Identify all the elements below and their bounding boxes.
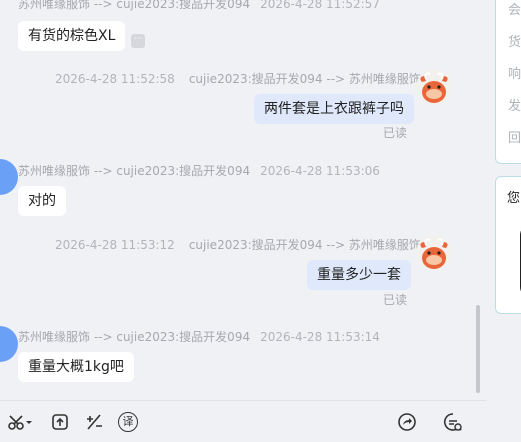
chat-settings-icon[interactable]	[443, 412, 463, 432]
message-sender: cujie2023:搜品开发094 --> 苏州唯缘服饰	[188, 72, 421, 86]
agent-avatar[interactable]	[416, 69, 452, 105]
message-time: 2026-4-28 11:53:06	[260, 164, 380, 178]
message-time: 2026-4-28 11:52:57	[260, 0, 380, 11]
message-sender: cujie2023:搜品开发094 --> 苏州唯缘服饰	[188, 238, 421, 252]
customer-avatar[interactable]	[0, 326, 18, 362]
chevron-down-icon[interactable]	[25, 412, 33, 432]
cow-avatar-icon	[420, 72, 448, 103]
message-sender: 苏州唯缘服饰 --> cujie2023:搜品开发094	[18, 0, 251, 11]
message-sender: 苏州唯缘服饰 --> cujie2023:搜品开发094	[18, 330, 251, 344]
message-meta: 2026-4-28 11:52:58 cujie2023:搜品开发094 --> …	[55, 70, 421, 87]
info-card-label: 您	[507, 191, 521, 206]
message-bubble-incoming[interactable]: 有货的棕色XL	[18, 21, 126, 51]
side-panel-item[interactable]: 货	[508, 31, 521, 50]
message-bubble-incoming[interactable]: 对的	[18, 186, 66, 216]
read-status: 已读	[383, 126, 408, 140]
side-panel-item[interactable]: 响	[508, 63, 521, 82]
quick-reply-card: 会 货 响 发 回	[495, 0, 521, 164]
info-card: 您	[495, 176, 521, 314]
message-time: 2026-4-28 11:53:14	[260, 330, 380, 344]
message-meta: 2026-4-28 11:53:12 cujie2023:搜品开发094 --> …	[55, 236, 421, 253]
message-sender: 苏州唯缘服饰 --> cujie2023:搜品开发094	[18, 164, 251, 178]
message-bubble-outgoing[interactable]: 重量多少一套	[307, 260, 411, 290]
side-panel-item[interactable]: 发	[508, 95, 521, 114]
side-panel-item[interactable]: 回	[508, 127, 521, 146]
cow-avatar-icon	[420, 238, 448, 269]
message-time: 2026-4-28 11:53:12	[55, 238, 175, 252]
side-panel: 会 货 响 发 回 您	[486, 0, 521, 441]
upload-icon[interactable]	[50, 412, 70, 432]
input-toolbar: 译	[0, 400, 486, 442]
chat-message-list[interactable]: 苏州唯缘服饰 --> cujie2023:搜品开发094 2026-4-28 11…	[0, 0, 486, 400]
message-meta: 苏州唯缘服饰 --> cujie2023:搜品开发094 2026-4-28 11…	[18, 0, 380, 12]
agent-avatar[interactable]	[416, 235, 452, 271]
message-bubble-incoming[interactable]: 重量大概1kg吧	[18, 352, 134, 382]
ellipsis-icon[interactable]: ···	[131, 34, 145, 48]
customer-avatar[interactable]	[0, 159, 18, 195]
read-status: 已读	[383, 293, 408, 307]
translate-icon[interactable]: 译	[118, 412, 138, 432]
message-meta: 苏州唯缘服饰 --> cujie2023:搜品开发094 2026-4-28 11…	[18, 328, 380, 345]
side-panel-item[interactable]: 会	[508, 0, 521, 18]
plus-minus-icon[interactable]	[84, 412, 104, 432]
scrollbar-thumb[interactable]	[476, 305, 480, 393]
message-meta: 苏州唯缘服饰 --> cujie2023:搜品开发094 2026-4-28 11…	[18, 162, 380, 179]
message-bubble-outgoing[interactable]: 两件套是上衣跟裤子吗	[254, 94, 414, 124]
message-time: 2026-4-28 11:52:58	[55, 72, 175, 86]
share-icon[interactable]	[397, 412, 417, 432]
scissors-icon[interactable]	[7, 412, 27, 432]
